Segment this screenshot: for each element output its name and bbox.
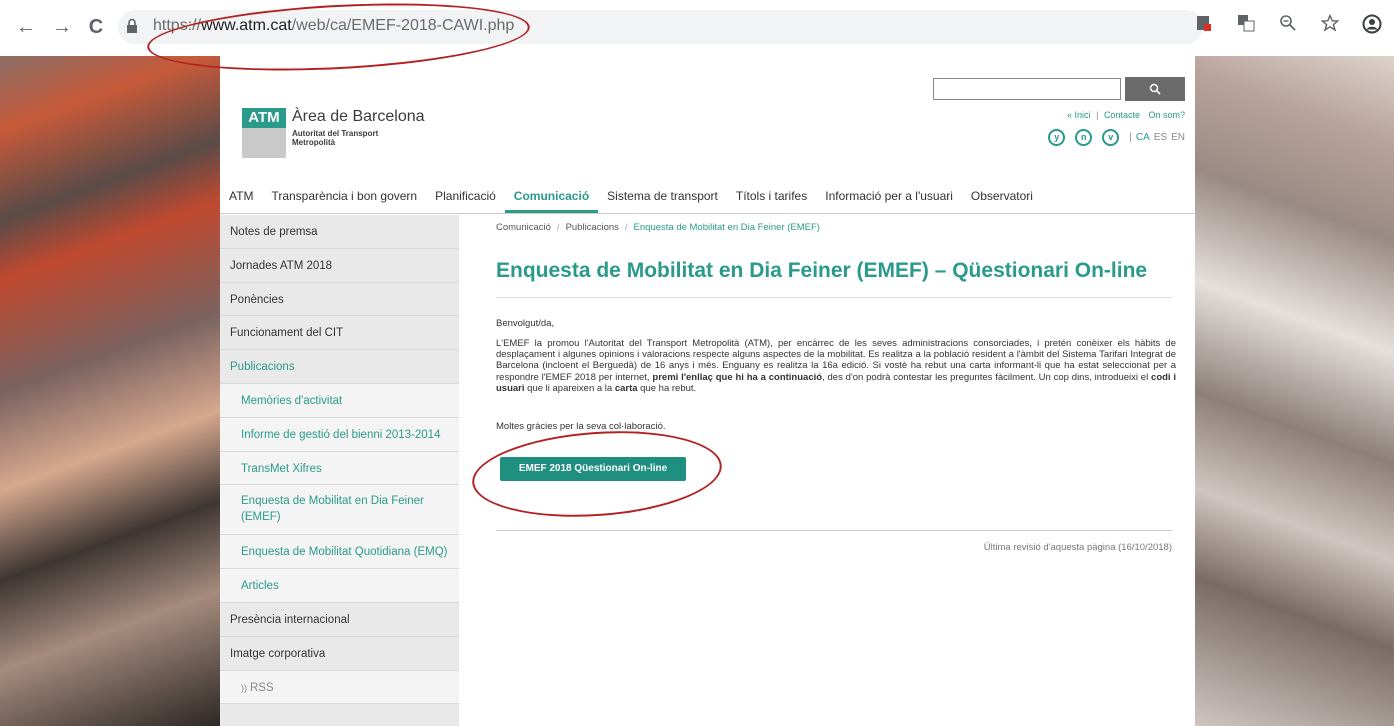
where-link[interactable]: On som?	[1148, 110, 1185, 120]
page-title: Enquesta de Mobilitat en Dia Feiner (EME…	[496, 259, 1148, 282]
contact-link[interactable]: Contacte	[1104, 110, 1140, 120]
background-photo-left	[0, 56, 220, 726]
translate-icon[interactable]	[1236, 14, 1256, 36]
footer-divider	[496, 530, 1172, 531]
main-content: Comunicació / Publicacions / Enquesta de Mob…	[496, 215, 1180, 726]
sidebar-item-presencia[interactable]: Presència internacional	[220, 603, 459, 637]
emef-questionnaire-button[interactable]: EMEF 2018 Qüestionari On-line	[500, 457, 686, 481]
atm-logo[interactable]: ATM Àrea de Barcelona Autoritat del Tran…	[242, 102, 425, 162]
search-icon	[1149, 83, 1161, 95]
home-link[interactable]: « Inici	[1067, 110, 1091, 120]
search-button[interactable]	[1125, 77, 1185, 101]
sidebar-item-notes-premsa[interactable]: Notes de premsa	[220, 215, 459, 249]
twitter-icon[interactable]: y	[1048, 129, 1066, 146]
sidebar-item-emef[interactable]: Enquesta de Mobilitat en Dia Feiner (EME…	[220, 485, 459, 536]
forward-icon[interactable]: →	[50, 15, 74, 39]
extension-icon[interactable]	[1194, 14, 1214, 36]
nav-planificacio[interactable]: Planificació	[426, 184, 505, 213]
rss-label: RSS	[250, 681, 274, 694]
back-icon[interactable]: ←	[14, 15, 38, 39]
lang-separator: |	[1129, 132, 1132, 143]
main-navigation: ATM Transparència i bon govern Planifica…	[220, 184, 1195, 214]
reload-icon[interactable]: C	[84, 15, 108, 39]
search-input[interactable]	[933, 78, 1121, 100]
sidebar-item-informe-gestio[interactable]: Informe de gestió del bienni 2013-2014	[220, 417, 459, 452]
site-container: ATM Àrea de Barcelona Autoritat del Tran…	[220, 56, 1195, 726]
breadcrumb-separator: /	[624, 222, 628, 233]
sidebar-item-transmet[interactable]: TransMet Xifres	[220, 451, 459, 486]
nav-sistema-transport[interactable]: Sistema de transport	[598, 184, 727, 213]
title-divider	[496, 297, 1172, 298]
sidebar-item-imatge[interactable]: Imatge corporativa	[220, 637, 459, 671]
breadcrumb-comunicacio[interactable]: Comunicació	[496, 222, 551, 233]
bookmark-star-icon[interactable]	[1320, 13, 1340, 36]
breadcrumb-separator: /	[556, 222, 560, 233]
vimeo-icon[interactable]: v	[1102, 129, 1120, 146]
sidebar-item-ponencies[interactable]: Ponències	[220, 283, 459, 317]
last-revision: Última revisió d'aquesta pàgina (16/10/2…	[983, 542, 1172, 553]
breadcrumb: Comunicació / Publicacions / Enquesta de Mob…	[496, 222, 820, 233]
top-links: « Inici | Contacte On som?	[1067, 110, 1185, 120]
lang-es[interactable]: ES	[1154, 132, 1167, 143]
nav-titols-tarifes[interactable]: Títols i tarifes	[727, 184, 816, 213]
logo-mark: ATM	[242, 108, 286, 128]
browser-actions	[1194, 13, 1382, 36]
rss-icon[interactable]: n	[1075, 129, 1093, 146]
sidebar: Notes de premsa Jornades ATM 2018 Ponènc…	[220, 215, 459, 726]
thanks-text: Moltes gràcies per la seva col·laboració…	[496, 421, 666, 432]
nav-informacio-usuari[interactable]: Informació per a l'usuari	[816, 184, 962, 213]
logo-subtitle: Autoritat del Transport Metropolità	[292, 129, 379, 147]
lock-icon	[127, 18, 137, 33]
breadcrumb-current: Enquesta de Mobilitat en Dia Feiner (EME…	[633, 222, 820, 233]
nav-comunicacio[interactable]: Comunicació	[504, 184, 599, 213]
logo-block	[242, 128, 286, 158]
background-photo-right	[1195, 56, 1394, 726]
logo-title: Àrea de Barcelona	[292, 108, 425, 125]
sidebar-item-publicacions[interactable]: Publicacions	[220, 350, 459, 384]
browser-toolbar: ← → C https://www.atm.cat/web/ca/EMEF-20…	[0, 0, 1394, 56]
sidebar-item-memories[interactable]: Memòries d'activitat	[220, 383, 459, 418]
url-text[interactable]: https://www.atm.cat/web/ca/EMEF-2018-CAW…	[153, 17, 514, 35]
profile-icon[interactable]	[1362, 14, 1382, 36]
breadcrumb-publicacions[interactable]: Publicacions	[566, 222, 619, 233]
lang-ca[interactable]: CA	[1136, 132, 1150, 143]
top-link-separator: |	[1096, 110, 1099, 120]
sidebar-item-funcionament-cit[interactable]: Funcionament del CIT	[220, 316, 459, 351]
intro-paragraph: L'EMEF la promou l'Autoritat del Transpo…	[496, 338, 1177, 394]
nav-transparencia[interactable]: Transparència i bon govern	[262, 184, 426, 213]
sidebar-item-articles[interactable]: Articles	[220, 569, 459, 603]
sidebar-item-jornades[interactable]: Jornades ATM 2018	[220, 249, 459, 283]
greeting: Benvolgut/da,	[496, 318, 555, 329]
lang-en[interactable]: EN	[1171, 132, 1185, 143]
sidebar-item-rss[interactable]: )) RSS	[220, 670, 459, 705]
nav-observatori[interactable]: Observatori	[962, 184, 1042, 213]
rss-feed-icon: ))	[241, 682, 247, 693]
nav-atm[interactable]: ATM	[220, 184, 262, 213]
social-and-language: y n v | CA ES EN	[1048, 129, 1185, 146]
sidebar-item-emq[interactable]: Enquesta de Mobilitat Quotidiana (EMQ)	[220, 535, 459, 570]
zoom-icon[interactable]	[1278, 14, 1298, 36]
